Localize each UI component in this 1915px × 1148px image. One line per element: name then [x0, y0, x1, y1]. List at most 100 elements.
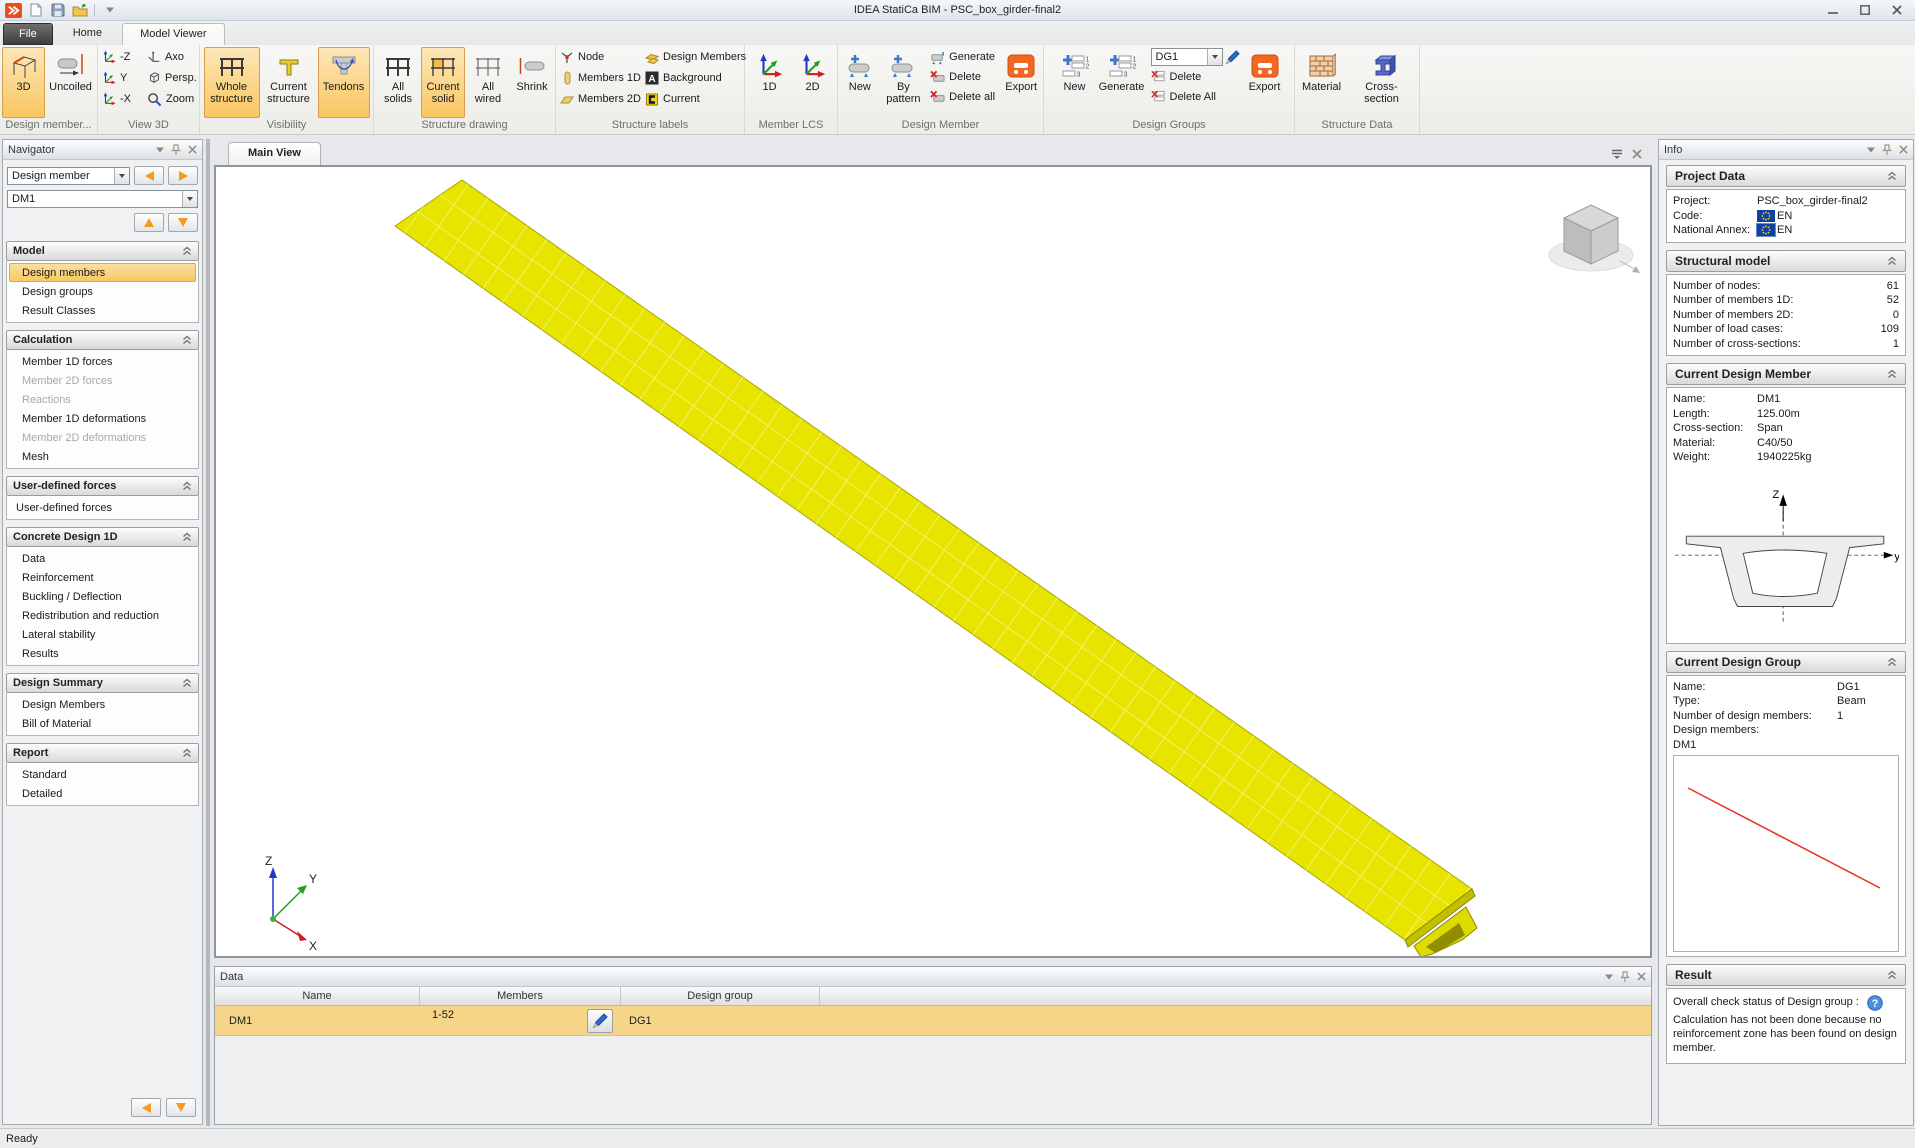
- combobox-dropdown-button[interactable]: [182, 191, 197, 207]
- view-y-button[interactable]: Y: [99, 68, 143, 88]
- label-design-members-toggle[interactable]: Design Members: [642, 47, 746, 67]
- move-down-button[interactable]: [168, 213, 198, 232]
- column-header-name[interactable]: Name: [215, 987, 420, 1005]
- nav-item-standard[interactable]: Standard: [7, 765, 198, 784]
- nav-item-design-members[interactable]: Design members: [9, 263, 196, 282]
- lcs-1d-button[interactable]: 1D: [749, 47, 791, 118]
- navigator-back-button[interactable]: [131, 1098, 161, 1117]
- section-header-concrete-design-1d[interactable]: Concrete Design 1D: [6, 527, 199, 547]
- save-button[interactable]: [48, 2, 67, 19]
- delete-design-member-button[interactable]: Delete: [927, 67, 1000, 87]
- nav-item-member-1d-forces[interactable]: Member 1D forces: [7, 352, 198, 371]
- design-group-combobox[interactable]: DG1: [1150, 48, 1223, 66]
- close-icon[interactable]: [1899, 145, 1908, 154]
- previous-member-button[interactable]: [134, 166, 164, 185]
- tab-home[interactable]: Home: [56, 23, 119, 45]
- section-header-structural-model[interactable]: Structural model: [1666, 249, 1906, 272]
- tendons-button[interactable]: Tendons: [317, 47, 370, 118]
- minimize-button[interactable]: [1819, 2, 1847, 19]
- combobox-dropdown-button[interactable]: [1206, 49, 1222, 65]
- by-pattern-button[interactable]: By pattern: [881, 47, 927, 107]
- delete-design-group-button[interactable]: Delete: [1148, 67, 1244, 87]
- nav-item-bill-of-material[interactable]: Bill of Material: [7, 714, 198, 733]
- nav-item-mesh[interactable]: Mesh: [7, 447, 198, 466]
- model-viewport[interactable]: Z Y X: [214, 165, 1652, 958]
- panel-splitter[interactable]: [206, 139, 210, 1126]
- nav-item-member-1d-deformations[interactable]: Member 1D deformations: [7, 409, 198, 428]
- current-solid-button[interactable]: Curent solid: [421, 47, 465, 118]
- label-current-toggle[interactable]: Current: [642, 89, 743, 109]
- section-header-result[interactable]: Result: [1666, 964, 1906, 986]
- label-background-toggle[interactable]: A Background: [642, 68, 743, 88]
- close-icon[interactable]: [1637, 972, 1646, 981]
- section-header-report[interactable]: Report: [6, 743, 199, 763]
- nav-item-lateral-stability[interactable]: Lateral stability: [7, 625, 198, 644]
- nav-item-results[interactable]: Results: [7, 644, 198, 663]
- window-menu-icon[interactable]: [1611, 149, 1623, 159]
- view-zoom-button[interactable]: Zoom: [144, 89, 198, 109]
- label-members-2d-toggle[interactable]: Members 2D: [557, 89, 641, 109]
- edit-pencil-icon[interactable]: [1225, 50, 1240, 65]
- all-wired-button[interactable]: All wired: [466, 47, 510, 118]
- column-header-members[interactable]: Members: [420, 987, 621, 1005]
- section-header-design-summary[interactable]: Design Summary: [6, 673, 199, 693]
- panel-menu-icon[interactable]: [156, 147, 164, 153]
- view-navigation-cube[interactable]: [1548, 204, 1640, 273]
- material-button[interactable]: Material: [1298, 47, 1346, 118]
- nav-item-buckling-deflection[interactable]: Buckling / Deflection: [7, 587, 198, 606]
- cross-section-button[interactable]: Cross-section: [1347, 47, 1417, 118]
- column-header-design-group[interactable]: Design group: [621, 987, 820, 1005]
- combobox-dropdown-button[interactable]: [114, 167, 129, 184]
- nav-item-detailed[interactable]: Detailed: [7, 784, 198, 803]
- new-design-group-button[interactable]: 123 New: [1054, 47, 1096, 95]
- shrink-button[interactable]: Shrink: [511, 47, 553, 118]
- move-up-button[interactable]: [134, 213, 164, 232]
- navigator-forward-button[interactable]: [166, 1098, 196, 1117]
- close-view-icon[interactable]: [1632, 149, 1642, 159]
- view-3d-button[interactable]: 3D: [2, 47, 46, 118]
- pin-icon[interactable]: [1620, 971, 1630, 983]
- section-header-current-design-group[interactable]: Current Design Group: [1666, 650, 1906, 673]
- whole-structure-button[interactable]: Whole structure: [203, 47, 260, 118]
- app-icon[interactable]: [4, 2, 23, 19]
- pin-icon[interactable]: [171, 144, 181, 156]
- nav-item-design-members-summary[interactable]: Design Members: [7, 695, 198, 714]
- section-header-project-data[interactable]: Project Data: [1666, 165, 1906, 187]
- section-header-user-defined-forces[interactable]: User-defined forces: [6, 476, 199, 496]
- pin-icon[interactable]: [1882, 144, 1892, 156]
- current-structure-button[interactable]: Current structure: [261, 47, 317, 118]
- open-button[interactable]: [70, 2, 89, 19]
- panel-menu-icon[interactable]: [1605, 974, 1613, 980]
- section-header-current-design-member[interactable]: Current Design Member: [1666, 363, 1906, 385]
- generate-design-members-button[interactable]: Generate: [927, 47, 1000, 67]
- nav-item-reinforcement[interactable]: Reinforcement: [7, 568, 198, 587]
- nav-item-design-groups[interactable]: Design groups: [7, 282, 198, 301]
- export-design-member-button[interactable]: Export: [1001, 47, 1041, 95]
- tab-main-view[interactable]: Main View: [228, 142, 321, 165]
- section-header-model[interactable]: Model: [6, 241, 199, 261]
- new-design-member-button[interactable]: New: [840, 47, 880, 95]
- panel-menu-icon[interactable]: [1867, 147, 1875, 153]
- new-document-button[interactable]: [26, 2, 45, 19]
- view-axo-button[interactable]: Axo: [144, 47, 198, 67]
- view-minus-x-button[interactable]: -X: [99, 89, 143, 109]
- close-window-button[interactable]: [1883, 2, 1911, 19]
- lcs-2d-button[interactable]: 2D: [792, 47, 834, 118]
- edit-members-button[interactable]: [587, 1009, 613, 1033]
- nav-item-redistribution-reduction[interactable]: Redistribution and reduction: [7, 606, 198, 625]
- navigator-member-combobox[interactable]: DM1: [7, 190, 198, 208]
- nav-item-user-defined-forces[interactable]: User-defined forces: [7, 498, 198, 517]
- tab-model-viewer[interactable]: Model Viewer: [122, 23, 225, 45]
- label-members-1d-toggle[interactable]: Members 1D: [557, 68, 641, 88]
- next-member-button[interactable]: [168, 166, 198, 185]
- delete-all-design-members-button[interactable]: Delete all: [927, 87, 1000, 107]
- all-solids-button[interactable]: All solids: [376, 47, 420, 118]
- section-header-calculation[interactable]: Calculation: [6, 330, 199, 350]
- view-persp-button[interactable]: Persp.: [144, 68, 198, 88]
- generate-design-groups-button[interactable]: 123 Generate: [1097, 47, 1147, 95]
- uncoiled-button[interactable]: Uncoiled: [46, 47, 95, 118]
- help-icon[interactable]: ?: [1867, 995, 1883, 1011]
- delete-all-design-groups-button[interactable]: Delete All: [1148, 87, 1244, 107]
- nav-item-data[interactable]: Data: [7, 549, 198, 568]
- close-icon[interactable]: [188, 145, 197, 154]
